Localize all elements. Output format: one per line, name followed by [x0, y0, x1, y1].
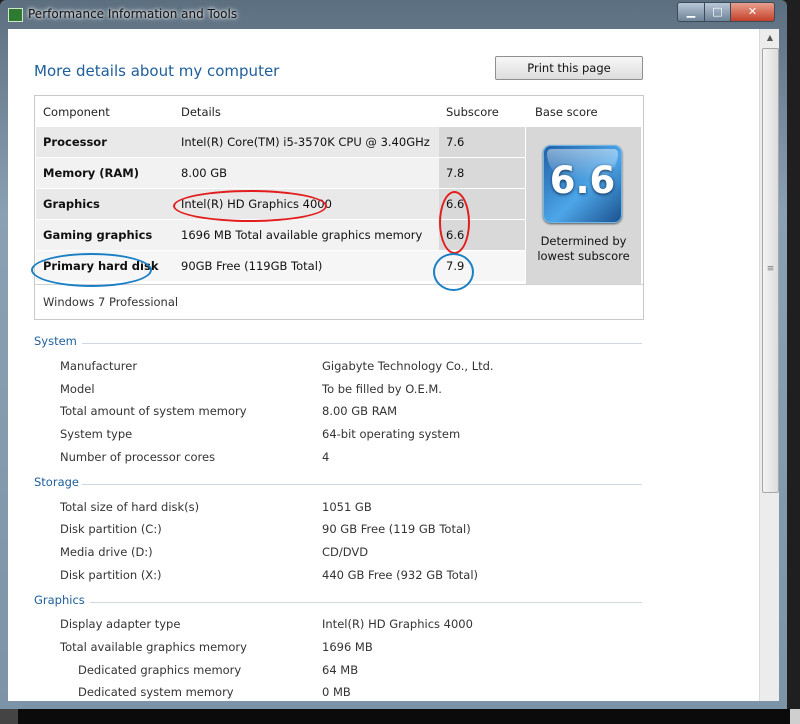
base-score-badge: 6.6: [543, 145, 622, 223]
minimize-button[interactable]: ▁: [677, 2, 705, 22]
score-table: Component Details Subscore Base score Pr…: [34, 95, 644, 320]
prop-value: 64-bit operating system: [322, 427, 461, 441]
red-annotation-ellipse: [173, 190, 327, 222]
prop-label: Manufacturer: [60, 359, 138, 373]
prop-value: 1051 GB: [322, 500, 372, 514]
prop-value: Intel(R) HD Graphics 4000: [322, 617, 473, 631]
component-details: 8.00 GB: [181, 166, 228, 180]
section-divider: [90, 602, 642, 603]
prop-value: 8.00 GB RAM: [322, 404, 398, 418]
prop-label: Display adapter type: [60, 617, 181, 631]
prop-label: Total amount of system memory: [60, 404, 247, 418]
page-title: More details about my computer: [34, 62, 280, 80]
base-caption-line-2: lowest subscore: [537, 249, 630, 263]
section-divider: [82, 343, 642, 344]
component-name: Graphics: [43, 197, 100, 211]
prop-label: Disk partition (X:): [60, 568, 162, 582]
component-subscore: 7.8: [446, 166, 465, 180]
prop-value: To be filled by O.E.M.: [322, 382, 442, 396]
component-details: 1696 MB Total available graphics memory: [181, 228, 423, 242]
prop-label: Total size of hard disk(s): [60, 500, 200, 514]
prop-value: 0 MB: [322, 685, 351, 699]
scroll-up-icon[interactable]: ▲: [760, 29, 779, 46]
prop-value: CD/DVD: [322, 545, 369, 559]
base-score-value: 6.6: [549, 159, 616, 202]
column-header-subscore: Subscore: [446, 105, 499, 119]
prop-label: Number of processor cores: [60, 450, 216, 464]
column-header-component: Component: [43, 105, 110, 119]
component-name: Processor: [43, 135, 107, 149]
prop-label: Dedicated graphics memory: [78, 663, 242, 677]
taskbar-right-edge: [790, 709, 800, 724]
performance-window: Performance Information and Tools ▁ □ ✕ …: [0, 0, 787, 709]
component-details: Intel(R) Core(TM) i5-3570K CPU @ 3.40GHz: [181, 135, 430, 149]
title-bar[interactable]: Performance Information and Tools ▁ □ ✕: [0, 0, 787, 28]
grip-icon: ≡: [766, 264, 775, 274]
table-row: Processor Intel(R) Core(TM) i5-3570K CPU…: [36, 127, 525, 157]
blue-annotation-ellipse: [433, 253, 474, 291]
base-score-panel: 6.6 Determined by lowest subscore: [526, 127, 641, 284]
section-title-storage: Storage: [34, 475, 79, 489]
prop-label: System type: [60, 427, 133, 441]
prop-value: Gigabyte Technology Co., Ltd.: [322, 359, 494, 373]
table-header: Component Details Subscore Base score: [35, 96, 643, 127]
component-subscore: 7.6: [446, 135, 465, 149]
base-caption-line-1: Determined by: [540, 234, 627, 248]
window-title: Performance Information and Tools: [28, 7, 238, 21]
os-edition-row: Windows 7 Professional: [35, 284, 643, 320]
blue-annotation-ellipse: [31, 253, 152, 287]
content-pane: More details about my computer Print thi…: [8, 29, 759, 701]
section-title-system: System: [34, 334, 77, 348]
os-edition: Windows 7 Professional: [43, 295, 179, 309]
prop-value: 4: [322, 450, 330, 464]
prop-value: 64 MB: [322, 663, 359, 677]
section-divider: [82, 484, 642, 485]
prop-label: Media drive (D:): [60, 545, 153, 559]
prop-label: Model: [60, 382, 95, 396]
app-icon: [8, 8, 23, 22]
prop-label: Total available graphics memory: [60, 640, 247, 654]
red-annotation-ellipse: [439, 191, 470, 254]
taskbar: [0, 709, 800, 724]
prop-value: 440 GB Free (932 GB Total): [322, 568, 479, 582]
taskbar-left-edge: [0, 709, 18, 724]
print-button[interactable]: Print this page: [495, 56, 643, 80]
column-header-base-score: Base score: [535, 105, 598, 119]
component-name: Memory (RAM): [43, 166, 140, 180]
prop-value: 90 GB Free (119 GB Total): [322, 522, 471, 536]
table-row: Memory (RAM) 8.00 GB 7.8: [36, 158, 525, 188]
base-score-caption: Determined by lowest subscore: [526, 234, 641, 264]
maximize-button[interactable]: □: [704, 2, 731, 22]
scrollbar-thumb[interactable]: ≡: [762, 48, 779, 493]
column-header-details: Details: [181, 105, 221, 119]
section-title-graphics: Graphics: [34, 593, 85, 607]
vertical-scrollbar[interactable]: ▲ ≡: [759, 29, 779, 701]
close-button[interactable]: ✕: [730, 2, 775, 22]
component-name: Gaming graphics: [43, 228, 153, 242]
component-details: 90GB Free (119GB Total): [181, 259, 323, 273]
client-area: More details about my computer Print thi…: [8, 29, 779, 701]
prop-label: Dedicated system memory: [78, 685, 234, 699]
prop-value: 1696 MB: [322, 640, 373, 654]
prop-label: Disk partition (C:): [60, 522, 162, 536]
